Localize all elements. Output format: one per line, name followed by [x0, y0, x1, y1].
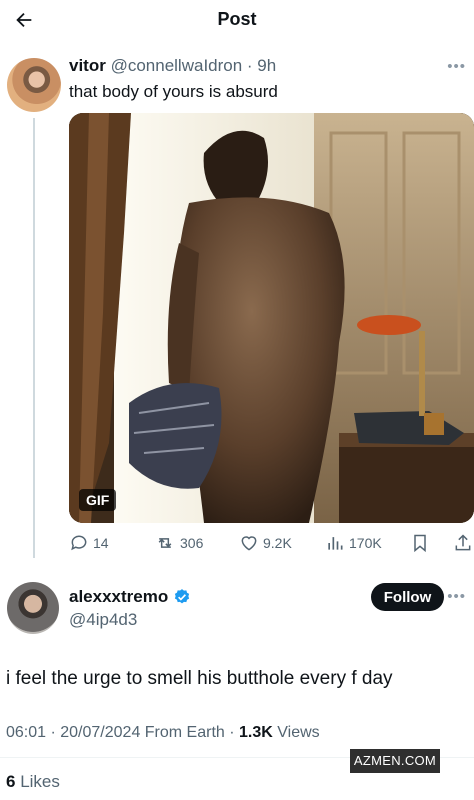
tweet-time[interactable]: · 9h: [247, 56, 276, 75]
retweet-button[interactable]: 306: [154, 533, 203, 553]
bookmark-button[interactable]: [410, 533, 430, 553]
reply-button[interactable]: 14: [69, 533, 109, 553]
tweet-text: that body of yours is absurd: [69, 82, 278, 101]
share-icon: [455, 534, 471, 551]
like-count: 9.2K: [263, 535, 292, 551]
reply-author: alexxxtremo: [69, 587, 191, 607]
avatar[interactable]: [7, 582, 59, 634]
tweet-media-gif[interactable]: GIF: [69, 113, 474, 523]
reply-display-name[interactable]: alexxxtremo: [69, 587, 168, 607]
tweet-handle[interactable]: @connellwaIdron: [111, 56, 243, 75]
tweet-action-bar: 14 306 9.2K 170K: [69, 533, 474, 555]
reply-likes-label: Likes: [15, 772, 60, 791]
avatar[interactable]: [7, 58, 61, 112]
reply-timestamp: 06:01 · 20/07/2024 From Earth ·: [6, 724, 240, 741]
reply-meta-line: 06:01 · 20/07/2024 From Earth · 1.3K Vie…: [6, 724, 320, 742]
retweet-icon: [158, 538, 172, 548]
gif-frame-image: [69, 113, 474, 523]
reply-likes-link[interactable]: 6 Likes: [6, 772, 60, 792]
retweet-count: 306: [180, 535, 204, 551]
heart-icon: [241, 536, 257, 551]
top-bar: Post: [0, 0, 474, 40]
gif-badge: GIF: [79, 489, 117, 511]
reply-count: 14: [93, 535, 109, 551]
more-options-icon[interactable]: •••: [447, 58, 466, 75]
reply-views-label: Views: [272, 724, 320, 741]
views-chart-icon: [328, 537, 343, 550]
like-button[interactable]: 9.2K: [239, 533, 292, 553]
views-count: 170K: [349, 535, 382, 551]
verified-badge-icon: [175, 589, 190, 604]
reply-icon: [71, 535, 87, 551]
reply-views-count: 1.3K: [239, 724, 273, 741]
more-options-icon[interactable]: •••: [447, 588, 466, 605]
reply-text: i feel the urge to smell his butthole ev…: [6, 668, 393, 689]
follow-button[interactable]: Follow: [371, 583, 444, 611]
views-button[interactable]: 170K: [325, 533, 382, 553]
reply-handle[interactable]: @4ip4d3: [69, 610, 137, 630]
thread-connector-line: [33, 118, 35, 558]
page-title: Post: [217, 9, 257, 29]
tweet-display-name[interactable]: vitor: [69, 56, 106, 75]
bookmark-icon: [414, 534, 426, 553]
tweet-header: vitor @connellwaIdron · 9h: [69, 56, 276, 76]
share-button[interactable]: [453, 533, 473, 553]
watermark: AZMEN.COM: [350, 749, 440, 773]
